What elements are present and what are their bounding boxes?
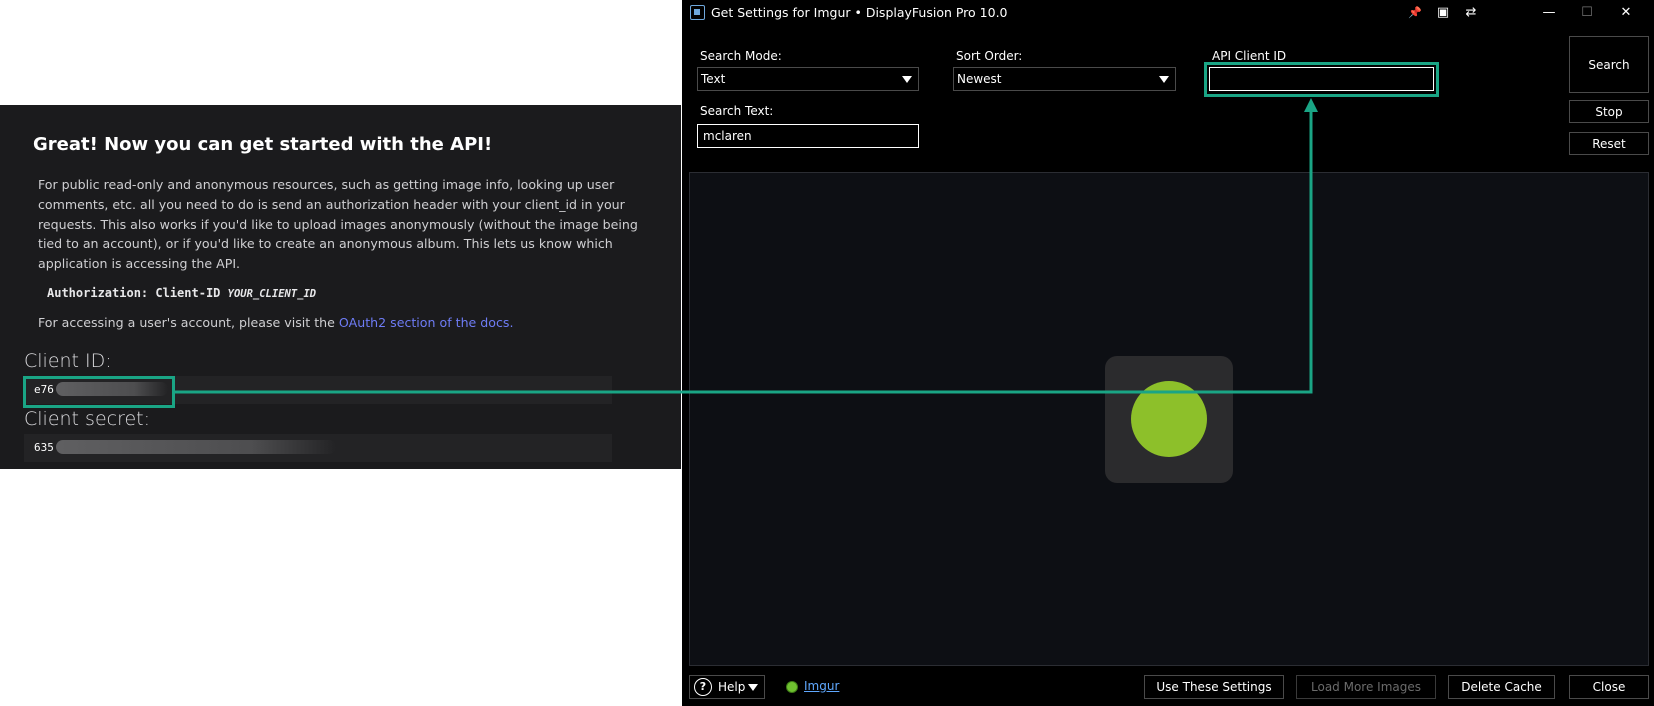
api-client-id-field[interactable] xyxy=(1209,67,1434,91)
chevron-down-icon xyxy=(748,684,758,691)
move-monitor-icon[interactable]: ⇄ xyxy=(1460,3,1482,23)
search-button[interactable]: Search xyxy=(1569,36,1649,93)
chevron-down-icon xyxy=(902,76,912,83)
use-these-settings-button[interactable]: Use These Settings xyxy=(1144,675,1284,699)
client-secret-label: Client secret: xyxy=(24,408,151,430)
help-dropdown-button[interactable]: ? Help xyxy=(689,675,765,699)
api-client-id-label: API Client ID xyxy=(1212,49,1287,63)
client-id-label: Client ID: xyxy=(24,350,112,372)
sort-order-value: Newest xyxy=(957,72,1002,86)
search-mode-select[interactable]: Text xyxy=(697,67,919,91)
maximize-icon[interactable]: ☐ xyxy=(1575,3,1599,23)
auth-header-code: Authorization: Client-ID YOUR_CLIENT_ID xyxy=(47,286,316,300)
app-icon xyxy=(690,5,705,20)
client-id-redaction xyxy=(56,382,168,396)
search-mode-value: Text xyxy=(701,72,726,86)
delete-cache-button[interactable]: Delete Cache xyxy=(1448,675,1555,699)
minimize-icon[interactable]: — xyxy=(1537,3,1561,23)
client-secret-redaction xyxy=(56,440,336,454)
sort-order-select[interactable]: Newest xyxy=(953,67,1176,91)
window-title: Get Settings for Imgur • DisplayFusion P… xyxy=(711,5,1008,20)
stop-button[interactable]: Stop xyxy=(1569,100,1649,123)
oauth-note: For accessing a user's account, please v… xyxy=(38,315,514,330)
load-more-images-button[interactable]: Load More Images xyxy=(1296,675,1436,699)
search-text-label: Search Text: xyxy=(700,104,774,118)
client-secret-value: 635 xyxy=(34,441,54,454)
results-area[interactable] xyxy=(689,172,1649,666)
oauth-text: For accessing a user's account, please v… xyxy=(38,315,335,330)
chevron-down-icon xyxy=(1159,76,1169,83)
imgur-heading: Great! Now you can get started with the … xyxy=(33,134,493,155)
monitor-icon[interactable]: ▣ xyxy=(1432,3,1454,23)
search-mode-label: Search Mode: xyxy=(700,49,782,63)
status-dot-icon xyxy=(786,681,798,693)
imgur-provider-link[interactable]: Imgur xyxy=(804,679,839,693)
screenshot-stage: Great! Now you can get started with the … xyxy=(0,0,1654,706)
help-icon: ? xyxy=(694,678,712,696)
title-bar[interactable]: Get Settings for Imgur • DisplayFusion P… xyxy=(682,0,1654,27)
imgur-description: For public read-only and anonymous resou… xyxy=(38,177,638,272)
auth-header-text: Authorization: Client-ID xyxy=(47,286,221,300)
client-secret-field[interactable]: 635 xyxy=(24,434,612,462)
sort-order-label: Sort Order: xyxy=(956,49,1023,63)
oauth-docs-link[interactable]: OAuth2 section of the docs. xyxy=(339,315,514,330)
displayfusion-window: Get Settings for Imgur • DisplayFusion P… xyxy=(682,0,1654,706)
loading-dot-icon xyxy=(1131,381,1207,457)
auth-placeholder: YOUR_CLIENT_ID xyxy=(227,288,317,300)
close-button[interactable]: Close xyxy=(1569,675,1649,699)
close-icon[interactable]: ✕ xyxy=(1614,3,1638,23)
loading-indicator xyxy=(1105,356,1233,483)
client-id-field[interactable]: e76 xyxy=(24,376,612,404)
imgur-api-panel: Great! Now you can get started with the … xyxy=(0,105,681,469)
pin-icon[interactable]: 📌 xyxy=(1404,3,1426,23)
api-client-id-input[interactable] xyxy=(1210,68,1433,90)
search-text-field[interactable] xyxy=(697,124,919,148)
reset-button[interactable]: Reset xyxy=(1569,132,1649,155)
search-text-input[interactable] xyxy=(698,125,918,147)
client-id-value: e76 xyxy=(34,383,54,396)
help-label: Help xyxy=(718,680,746,694)
